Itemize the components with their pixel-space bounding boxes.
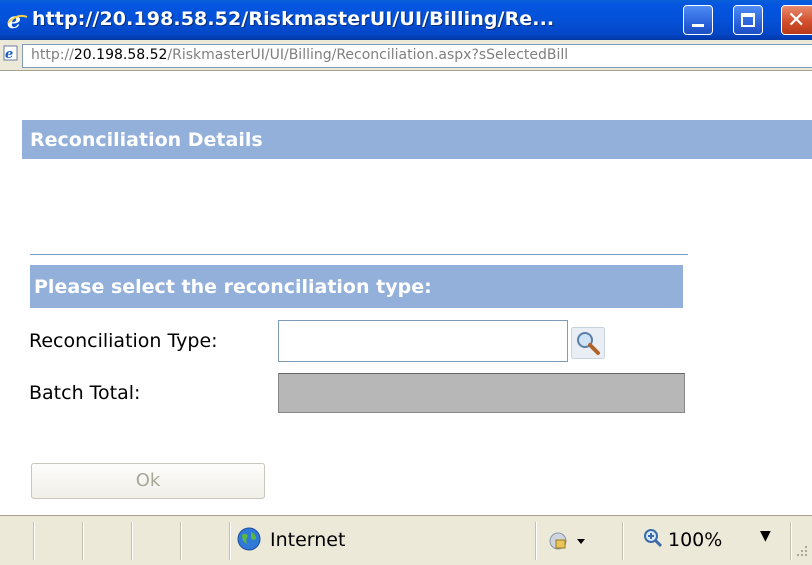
window-title: http://20.198.58.52/RiskmasterUI/UI/Bill…	[32, 8, 555, 30]
address-path: /RiskmasterUI/UI/Billing/Reconciliation.…	[167, 47, 569, 63]
section-header: Reconciliation Details	[22, 120, 812, 159]
svg-text:e: e	[7, 9, 21, 31]
batch-total-label: Batch Total:	[29, 382, 141, 404]
zoom-icon[interactable]	[643, 528, 663, 548]
status-cell	[790, 522, 792, 560]
status-cell	[33, 522, 35, 560]
status-cell	[622, 522, 624, 560]
status-cell	[82, 522, 84, 560]
security-zone: Internet	[270, 529, 346, 551]
browser-window: e http://20.198.58.52/RiskmasterUI/UI/Bi…	[0, 0, 812, 565]
divider	[30, 254, 688, 255]
resize-grip-icon[interactable]	[795, 542, 809, 560]
internet-explorer-icon: e	[7, 9, 28, 31]
address-text: http://20.198.58.52/RiskmasterUI/UI/Bill…	[31, 47, 568, 63]
section-title: Reconciliation Details	[30, 129, 263, 151]
zoom-dropdown-icon[interactable]: ▼	[760, 528, 771, 544]
page-icon: e	[3, 45, 18, 61]
search-icon[interactable]	[571, 327, 605, 359]
status-cell	[180, 522, 182, 560]
address-host: 20.198.58.52	[73, 47, 168, 63]
status-cell	[131, 522, 133, 560]
maximize-button[interactable]	[733, 5, 763, 35]
reconciliation-type-input[interactable]	[278, 320, 568, 362]
protected-mode-icon[interactable]	[548, 530, 586, 552]
reconciliation-type-label: Reconciliation Type:	[29, 330, 218, 352]
address-bar: e http://20.198.58.52/RiskmasterUI/UI/Bi…	[0, 40, 812, 71]
close-button[interactable]: ✕	[781, 5, 812, 35]
subheader-text: Please select the reconciliation type:	[34, 276, 432, 298]
page-content: Reconciliation Details Please select the…	[0, 71, 812, 515]
title-bar[interactable]: e http://20.198.58.52/RiskmasterUI/UI/Bi…	[0, 0, 812, 40]
zoom-level[interactable]: 100%	[668, 529, 722, 551]
close-icon: ✕	[787, 8, 806, 33]
address-prefix: http://	[31, 47, 74, 63]
minimize-button[interactable]	[683, 5, 713, 35]
globe-icon	[237, 527, 261, 551]
batch-total-field	[278, 373, 685, 413]
minimize-icon	[692, 24, 704, 27]
status-cell	[229, 522, 231, 560]
status-cell	[535, 522, 537, 560]
status-bar: Internet 100% ▼	[0, 515, 812, 565]
svg-text:e: e	[5, 47, 13, 61]
maximize-icon	[741, 13, 755, 27]
subheader: Please select the reconciliation type:	[30, 265, 683, 308]
ok-button[interactable]: Ok	[31, 463, 265, 499]
address-field[interactable]: http://20.198.58.52/RiskmasterUI/UI/Bill…	[22, 44, 812, 68]
